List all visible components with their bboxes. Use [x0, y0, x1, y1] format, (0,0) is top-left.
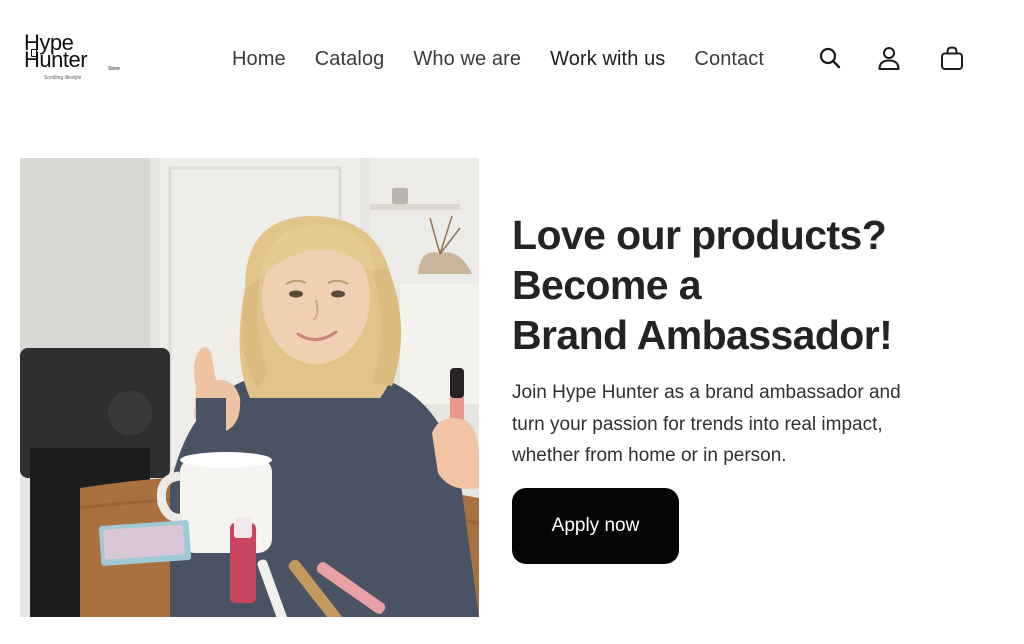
site-header: Hype Hunter Store Scrolling lifestyle Ho…	[0, 0, 1024, 118]
logo-word-store: Store	[108, 66, 120, 72]
hero-title: Love our products? Become a Brand Ambass…	[512, 210, 1012, 360]
account-button[interactable]	[875, 44, 903, 72]
hero-description-line: turn your passion for trends into real i…	[512, 413, 883, 435]
main-nav: Home Catalog Who we are Work with us Con…	[232, 44, 793, 74]
hero-title-line: Brand Ambassador!	[512, 312, 893, 358]
nav-link-contact[interactable]: Contact	[694, 44, 764, 74]
nav-link-home[interactable]: Home	[232, 44, 286, 74]
cart-button[interactable]	[938, 44, 966, 72]
nav-link-work-with-us[interactable]: Work with us	[550, 44, 665, 74]
cart-icon	[941, 46, 963, 70]
logo-tagline: Scrolling lifestyle	[44, 75, 82, 81]
hero-description-line: Join Hype Hunter as a brand ambassador a…	[512, 382, 901, 403]
search-button[interactable]	[816, 44, 844, 72]
ambassador-photo	[20, 158, 479, 617]
nav-link-who-we-are[interactable]: Who we are	[413, 44, 521, 74]
account-icon	[878, 47, 900, 70]
apply-now-button[interactable]: Apply now	[512, 488, 679, 564]
hero-image	[20, 158, 479, 617]
hero-title-line: Become a	[512, 262, 702, 308]
search-icon	[819, 47, 841, 69]
hero-description-line: whether from home or in person.	[512, 445, 787, 466]
nav-link-catalog[interactable]: Catalog	[315, 44, 385, 74]
hero-title-line: Love our products?	[512, 212, 887, 258]
hero-description: Join Hype Hunter as a brand ambassador a…	[512, 377, 982, 472]
brand-logo[interactable]: Hype Hunter Store Scrolling lifestyle	[24, 32, 128, 84]
logo-word-hunter: Hunter	[24, 47, 88, 72]
